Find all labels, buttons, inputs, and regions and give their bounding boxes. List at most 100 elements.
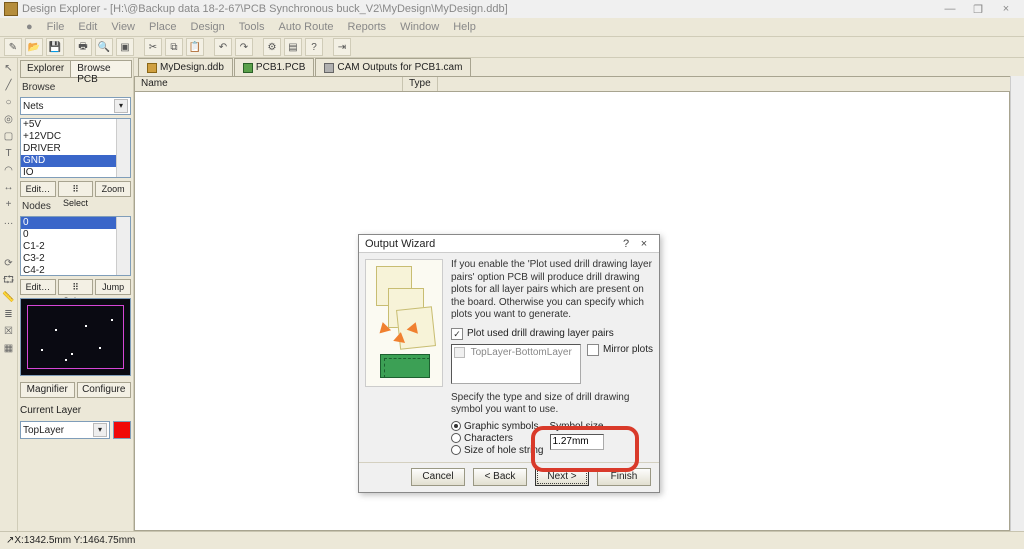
column-name[interactable]: Name (135, 77, 403, 91)
radio-graphic-label: Graphic symbols (464, 421, 538, 432)
toolbar-print-icon[interactable]: 🖶 (74, 38, 92, 56)
list-item-selected[interactable]: 0 (21, 217, 130, 229)
finish-button[interactable]: Finish (597, 468, 651, 486)
list-item[interactable]: 0 (21, 229, 130, 241)
toolbar-save-icon[interactable]: 💾 (46, 38, 64, 56)
tool-origin-icon[interactable]: + (2, 198, 16, 212)
window-max-button[interactable]: ❐ (964, 3, 992, 16)
toolbar-zoomfit-icon[interactable]: ▣ (116, 38, 134, 56)
nodes-select-button[interactable]: ⠿ Select (58, 279, 94, 295)
tool-grid-icon[interactable]: ▦ (2, 342, 16, 356)
radio-holesize[interactable] (451, 445, 461, 455)
toolbar-paste-icon[interactable]: 📋 (186, 38, 204, 56)
cursor-icon: ↗ (6, 535, 14, 546)
layer-color-swatch[interactable] (113, 421, 131, 439)
menu-file[interactable]: File (47, 21, 65, 33)
list-item[interactable]: +12VDC (21, 131, 130, 143)
back-button[interactable]: < Back (473, 468, 527, 486)
tool-dim-icon[interactable]: ↔ (2, 181, 16, 195)
doc-tab-cam[interactable]: CAM Outputs for PCB1.cam (315, 58, 471, 76)
configure-button[interactable]: Configure (77, 382, 132, 398)
tool-measure-icon[interactable]: 📏 (2, 291, 16, 305)
list-item[interactable]: C3-2 (21, 253, 130, 265)
tab-browse-pcb[interactable]: Browse PCB (70, 60, 132, 78)
browse-type-dropdown[interactable]: Nets ▾ (20, 97, 131, 115)
dialog-title: Output Wizard (365, 238, 435, 250)
doc-tab-label: MyDesign.ddb (160, 62, 224, 73)
dialog-help-text: If you enable the 'Plot used drill drawi… (451, 259, 653, 322)
menu-help[interactable]: Help (453, 21, 476, 33)
magnifier-button[interactable]: Magnifier (20, 382, 75, 398)
radio-graphic-symbols[interactable] (451, 421, 461, 431)
menu-design[interactable]: Design (191, 21, 225, 33)
tool-fill-icon[interactable]: ▢ (2, 130, 16, 144)
scrollbar[interactable] (116, 119, 130, 177)
list-item-selected[interactable]: GND (21, 155, 130, 167)
dialog-help-button[interactable]: ? (617, 238, 635, 250)
app-icon (4, 2, 18, 16)
main-scrollbar[interactable] (1010, 76, 1024, 531)
toolbar-lib-icon[interactable]: ▤ (284, 38, 302, 56)
list-item[interactable]: IO (21, 167, 130, 178)
doc-tab-pcb1[interactable]: PCB1.PCB (234, 58, 314, 76)
plot-used-checkbox[interactable]: ✓ (451, 328, 463, 340)
tool-rotate-icon[interactable]: ⟳ (2, 257, 16, 271)
window-close-button[interactable]: × (992, 3, 1020, 15)
toolbar-cut-icon[interactable]: ✂ (144, 38, 162, 56)
nodes-jump-button[interactable]: Jump (95, 279, 131, 295)
menu-window[interactable]: Window (400, 21, 439, 33)
mdi-control-icon[interactable]: ● (26, 21, 33, 33)
cancel-button[interactable]: Cancel (411, 468, 465, 486)
next-button[interactable]: Next > (535, 468, 589, 486)
tab-explorer[interactable]: Explorer (20, 60, 71, 78)
scrollbar[interactable] (116, 217, 130, 275)
toolbar-exit-icon[interactable]: ⇥ (333, 38, 351, 56)
menu-view[interactable]: View (111, 21, 135, 33)
nets-select-button[interactable]: ⠿ Select (58, 181, 94, 197)
nets-listbox[interactable]: +5V +12VDC DRIVER GND IO NetIC1_4 NetIC1… (20, 118, 131, 178)
menu-reports[interactable]: Reports (348, 21, 387, 33)
tool-more-icon[interactable]: … (2, 215, 16, 229)
column-type[interactable]: Type (403, 77, 438, 91)
tool-text-icon[interactable]: T (2, 147, 16, 161)
tool-arc-icon[interactable]: ◠ (2, 164, 16, 178)
tool-track-icon[interactable]: ╱ (2, 79, 16, 93)
nodes-edit-button[interactable]: Edit… (20, 279, 56, 295)
current-layer-dropdown[interactable]: TopLayer ▾ (20, 421, 110, 439)
menu-edit[interactable]: Edit (78, 21, 97, 33)
browse-label: Browse (20, 81, 131, 94)
toolbar-undo-icon[interactable]: ↶ (214, 38, 232, 56)
radio-characters[interactable] (451, 433, 461, 443)
nets-edit-button[interactable]: Edit… (20, 181, 56, 197)
list-item[interactable]: +5V (21, 119, 130, 131)
toolbar-new-icon[interactable]: ✎ (4, 38, 22, 56)
nets-zoom-button[interactable]: Zoom (95, 181, 131, 197)
list-item[interactable]: C1-2 (21, 241, 130, 253)
menu-place[interactable]: Place (149, 21, 177, 33)
toolbar-copy-icon[interactable]: ⧉ (165, 38, 183, 56)
list-item[interactable]: C4-2 (21, 265, 130, 276)
toolbar-settings-icon[interactable]: ⚙ (263, 38, 281, 56)
window-title: Design Explorer - [H:\@Backup data 18-2-… (22, 3, 508, 15)
nodes-listbox[interactable]: 0 0 C1-2 C3-2 C4-2 C5-2 C6-2 (20, 216, 131, 276)
dialog-close-button[interactable]: × (635, 238, 653, 250)
tool-layer-icon[interactable]: ≣ (2, 308, 16, 322)
toolbar-help-icon[interactable]: ? (305, 38, 323, 56)
list-item[interactable]: DRIVER (21, 143, 130, 155)
menu-autoroute[interactable]: Auto Route (278, 21, 333, 33)
tool-select-icon[interactable]: ↖ (2, 62, 16, 76)
toolbar-open-icon[interactable]: 📂 (25, 38, 43, 56)
toolbar-zoomarea-icon[interactable]: 🔍 (95, 38, 113, 56)
tool-pad-icon[interactable]: ○ (2, 96, 16, 110)
doc-tab-mydesign[interactable]: MyDesign.ddb (138, 58, 233, 76)
tool-via-icon[interactable]: ◎ (2, 113, 16, 127)
symbol-size-input[interactable] (550, 434, 604, 450)
toolbar-redo-icon[interactable]: ↷ (235, 38, 253, 56)
tool-delete-icon[interactable]: ☒ (2, 325, 16, 339)
tool-flip-icon[interactable]: ⮔ (2, 274, 16, 288)
mirror-plots-label: Mirror plots (603, 344, 653, 355)
status-bar: ↗ X:1342.5mm Y:1464.75mm (0, 531, 1024, 549)
window-min-button[interactable]: — (936, 3, 964, 15)
mirror-plots-checkbox[interactable]: ✓ (587, 344, 599, 356)
menu-tools[interactable]: Tools (239, 21, 265, 33)
